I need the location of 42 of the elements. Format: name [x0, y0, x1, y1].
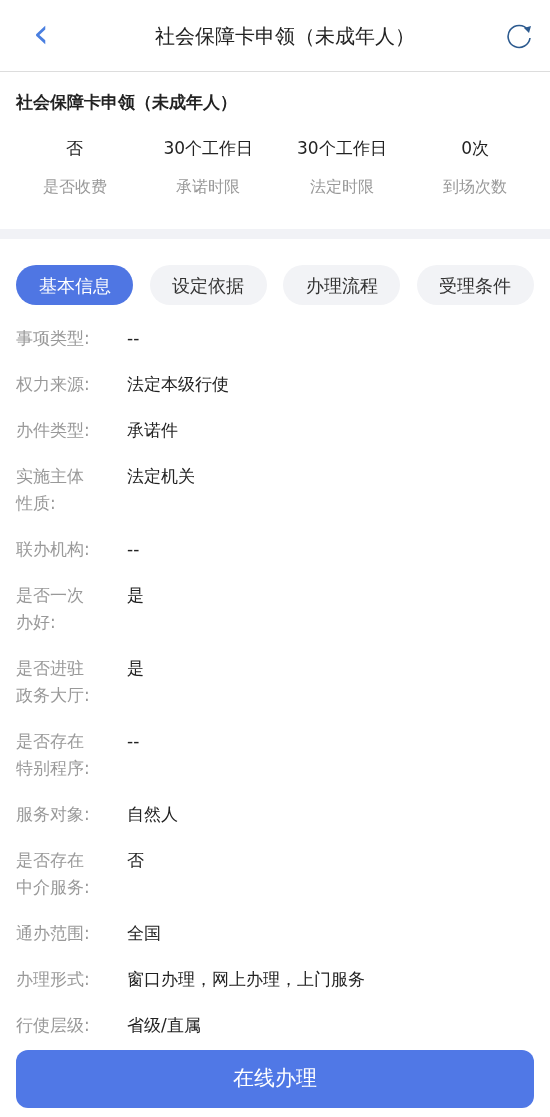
- field-value: 是: [127, 657, 144, 680]
- field-label: 权力来源:: [16, 373, 91, 396]
- field-value: --: [127, 730, 140, 753]
- field-value: --: [127, 327, 140, 350]
- tab[interactable]: 设定依据: [149, 265, 267, 305]
- tab[interactable]: 办理流程: [283, 265, 401, 305]
- field-label: 行使层级:: [16, 1014, 91, 1037]
- field-label: 办理形式:: [16, 968, 91, 991]
- field-label: 是否存在特别程序:: [16, 730, 91, 780]
- field-value: 全国: [127, 922, 161, 945]
- stat-label: 到场次数: [442, 176, 509, 198]
- field-label: 是否一次办好:: [16, 584, 85, 634]
- tab[interactable]: 基本信息: [16, 265, 133, 305]
- field-value: 法定机关: [127, 465, 195, 488]
- field-value: --: [127, 538, 140, 561]
- field-value: 省级/直属: [127, 1014, 201, 1037]
- field-value: 自然人: [127, 803, 178, 826]
- stat-value: 30个工作日: [295, 136, 388, 160]
- field-label: 是否进驻政务大厅:: [16, 657, 91, 707]
- field-value: 法定本级行使: [127, 373, 229, 396]
- field-label: 联办机构:: [16, 538, 91, 561]
- back-button[interactable]: ‹: [16, 12, 66, 59]
- stat-value: 30个工作日: [162, 136, 255, 160]
- tab[interactable]: 受理条件: [416, 265, 534, 305]
- online-apply-button[interactable]: 在线办理: [16, 1050, 534, 1108]
- stat-label: 是否收费: [41, 176, 108, 198]
- field-value: 是: [127, 584, 144, 607]
- field-label: 实施主体性质:: [16, 465, 85, 515]
- field-label: 事项类型:: [16, 327, 91, 350]
- field-label: 通办范围:: [16, 922, 91, 945]
- stat-label: 法定时限: [308, 176, 375, 198]
- field-value: 承诺件: [127, 419, 178, 442]
- field-label: 是否存在中介服务:: [16, 849, 91, 899]
- field-value: 否: [127, 849, 144, 872]
- service-title: 社会保障卡申领（未成年人）: [15, 91, 238, 114]
- field-label: 办件类型:: [16, 419, 91, 442]
- stat-value: 0次: [460, 136, 491, 160]
- stat-label: 承诺时限: [175, 176, 242, 198]
- field-label: 服务对象:: [16, 803, 91, 826]
- stat-value: 否: [65, 136, 85, 160]
- field-value: 窗口办理，网上办理，上门服务: [127, 968, 365, 991]
- page-title: 社会保障卡申领（未成年人）: [154, 22, 416, 50]
